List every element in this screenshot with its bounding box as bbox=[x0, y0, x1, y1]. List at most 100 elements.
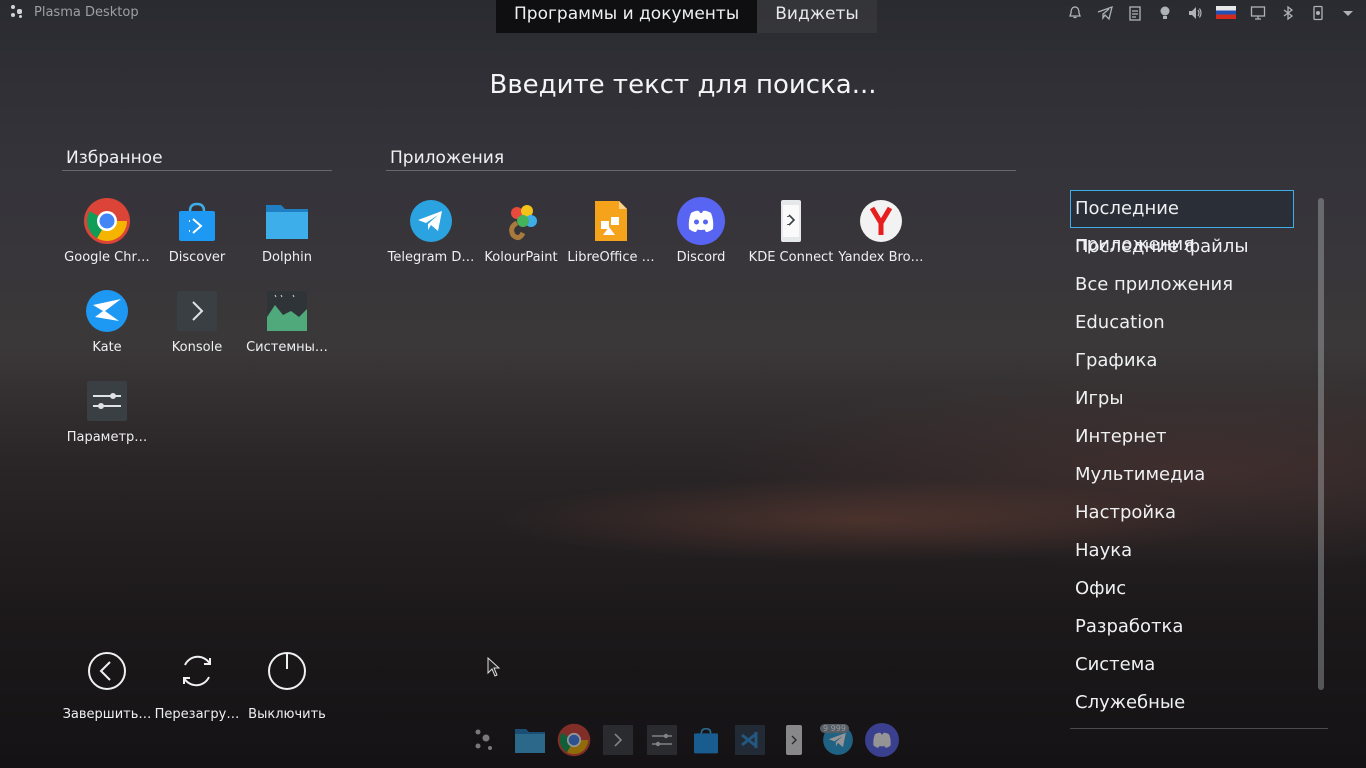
category-recent-files[interactable]: Последние файлы bbox=[1070, 228, 1294, 266]
lightbulb-icon[interactable] bbox=[1156, 4, 1173, 21]
category-education[interactable]: Education bbox=[1070, 304, 1294, 342]
terminal-icon bbox=[173, 287, 221, 335]
launcher-kde-icon[interactable] bbox=[466, 720, 506, 760]
power-label: Завершить… bbox=[62, 707, 152, 722]
shutdown-button[interactable]: Выключить bbox=[242, 651, 332, 722]
favorites-divider bbox=[62, 170, 332, 171]
app-label: KolourPaint bbox=[484, 250, 558, 265]
favorite-google-chrome[interactable]: Google Chr… bbox=[62, 190, 152, 280]
taskbar-vscode-icon[interactable] bbox=[730, 720, 770, 760]
taskbar-kdeconnect-icon[interactable] bbox=[774, 720, 814, 760]
app-label: KDE Connect bbox=[748, 250, 834, 265]
kate-icon bbox=[83, 287, 131, 335]
taskbar-discord-icon[interactable] bbox=[862, 720, 902, 760]
category-games[interactable]: Игры bbox=[1070, 380, 1294, 418]
app-kolourpaint[interactable]: KolourPaint bbox=[476, 190, 566, 280]
app-discord[interactable]: Discord bbox=[656, 190, 746, 280]
app-label: LibreOffice … bbox=[567, 250, 655, 265]
kdeconnect-icon bbox=[767, 197, 815, 245]
panel-title-area: Plasma Desktop bbox=[10, 4, 139, 20]
app-label: Telegram D… bbox=[387, 250, 475, 265]
favorite-konsole[interactable]: Konsole bbox=[152, 280, 242, 370]
folder-icon bbox=[263, 197, 311, 245]
app-label: Konsole bbox=[171, 340, 223, 355]
app-libreoffice[interactable]: LibreOffice … bbox=[566, 190, 656, 280]
category-divider bbox=[1070, 728, 1328, 729]
taskbar-telegram-icon[interactable]: 9 999 bbox=[818, 720, 858, 760]
search-field[interactable]: Введите текст для поиска... bbox=[0, 70, 1366, 100]
category-multimedia[interactable]: Мультимедиа bbox=[1070, 456, 1294, 494]
phone-connect-icon[interactable] bbox=[1309, 4, 1326, 21]
power-label: Перезагру… bbox=[154, 707, 240, 722]
unread-badge: 9 999 bbox=[820, 724, 849, 733]
volume-icon[interactable] bbox=[1186, 4, 1203, 21]
applications-title: Приложения bbox=[390, 148, 505, 168]
category-recent-apps[interactable]: Последние приложения bbox=[1070, 190, 1294, 255]
category-graphics[interactable]: Графика bbox=[1070, 342, 1294, 380]
app-label: Discover bbox=[168, 250, 226, 265]
telegram-tray-icon[interactable] bbox=[1096, 4, 1113, 21]
logout-button[interactable]: Завершить… bbox=[62, 651, 152, 722]
shutdown-icon bbox=[267, 651, 307, 691]
applications-divider bbox=[386, 170, 1016, 171]
tab-programs-documents[interactable]: Программы и документы bbox=[496, 0, 758, 33]
system-tray bbox=[1066, 4, 1356, 21]
power-label: Выключить bbox=[248, 707, 326, 722]
clipboard-icon[interactable] bbox=[1126, 4, 1143, 21]
bluetooth-icon[interactable] bbox=[1279, 4, 1296, 21]
favorite-system-monitor[interactable]: Системны… bbox=[242, 280, 332, 370]
app-label: Kate bbox=[92, 340, 122, 355]
panel-title: Plasma Desktop bbox=[34, 4, 139, 20]
category-settings[interactable]: Настройка bbox=[1070, 494, 1294, 532]
logout-icon bbox=[87, 651, 127, 691]
kde-logo-icon bbox=[10, 4, 26, 20]
favorite-settings[interactable]: Параметр… bbox=[62, 370, 152, 460]
restart-icon bbox=[177, 651, 217, 691]
taskbar-settings-icon[interactable] bbox=[642, 720, 682, 760]
app-label: Google Chr… bbox=[64, 250, 150, 265]
app-telegram[interactable]: Telegram D… bbox=[386, 190, 476, 280]
settings-icon bbox=[83, 377, 131, 425]
category-system[interactable]: Система bbox=[1070, 646, 1294, 684]
category-internet[interactable]: Интернет bbox=[1070, 418, 1294, 456]
app-label: Параметр… bbox=[66, 430, 148, 445]
app-label: Discord bbox=[676, 250, 726, 265]
app-label: Системны… bbox=[246, 340, 328, 355]
yandex-browser-icon bbox=[857, 197, 905, 245]
taskbar-chrome-icon[interactable] bbox=[554, 720, 594, 760]
system-monitor-icon bbox=[263, 287, 311, 335]
category-utilities[interactable]: Служебные bbox=[1070, 684, 1294, 722]
app-label: Dolphin bbox=[262, 250, 312, 265]
top-panel: Plasma Desktop Программы и документы Вид… bbox=[0, 0, 1366, 33]
keyboard-layout-flag-icon[interactable] bbox=[1216, 6, 1236, 19]
telegram-icon bbox=[407, 197, 455, 245]
app-yandex-browser[interactable]: Yandex Bro… bbox=[836, 190, 926, 280]
notifications-icon[interactable] bbox=[1066, 4, 1083, 21]
category-all-apps[interactable]: Все приложения bbox=[1070, 266, 1294, 304]
discord-icon bbox=[677, 197, 725, 245]
discover-icon bbox=[173, 197, 221, 245]
kolourpaint-icon bbox=[497, 197, 545, 245]
tab-bar: Программы и документы Виджеты bbox=[496, 0, 877, 33]
restart-button[interactable]: Перезагру… bbox=[152, 651, 242, 722]
tab-widgets[interactable]: Виджеты bbox=[757, 0, 877, 33]
display-icon[interactable] bbox=[1249, 4, 1266, 21]
favorite-discover[interactable]: Discover bbox=[152, 190, 242, 280]
mouse-cursor-icon bbox=[487, 656, 501, 681]
libreoffice-impress-icon bbox=[587, 197, 635, 245]
app-label: Yandex Bro… bbox=[838, 250, 924, 265]
taskbar-dolphin-icon[interactable] bbox=[510, 720, 550, 760]
chrome-icon bbox=[83, 197, 131, 245]
category-scrollbar[interactable] bbox=[1318, 198, 1324, 690]
favorite-kate[interactable]: Kate bbox=[62, 280, 152, 370]
category-office[interactable]: Офис bbox=[1070, 570, 1294, 608]
category-list: Последние приложения Последние файлы Все… bbox=[1070, 190, 1294, 722]
category-development[interactable]: Разработка bbox=[1070, 608, 1294, 646]
favorite-dolphin[interactable]: Dolphin bbox=[242, 190, 332, 280]
expand-tray-icon[interactable] bbox=[1339, 4, 1356, 21]
taskbar-discover-icon[interactable] bbox=[686, 720, 726, 760]
taskbar: 9 999 bbox=[466, 720, 902, 760]
app-kde-connect[interactable]: KDE Connect bbox=[746, 190, 836, 280]
category-science[interactable]: Наука bbox=[1070, 532, 1294, 570]
taskbar-konsole-icon[interactable] bbox=[598, 720, 638, 760]
